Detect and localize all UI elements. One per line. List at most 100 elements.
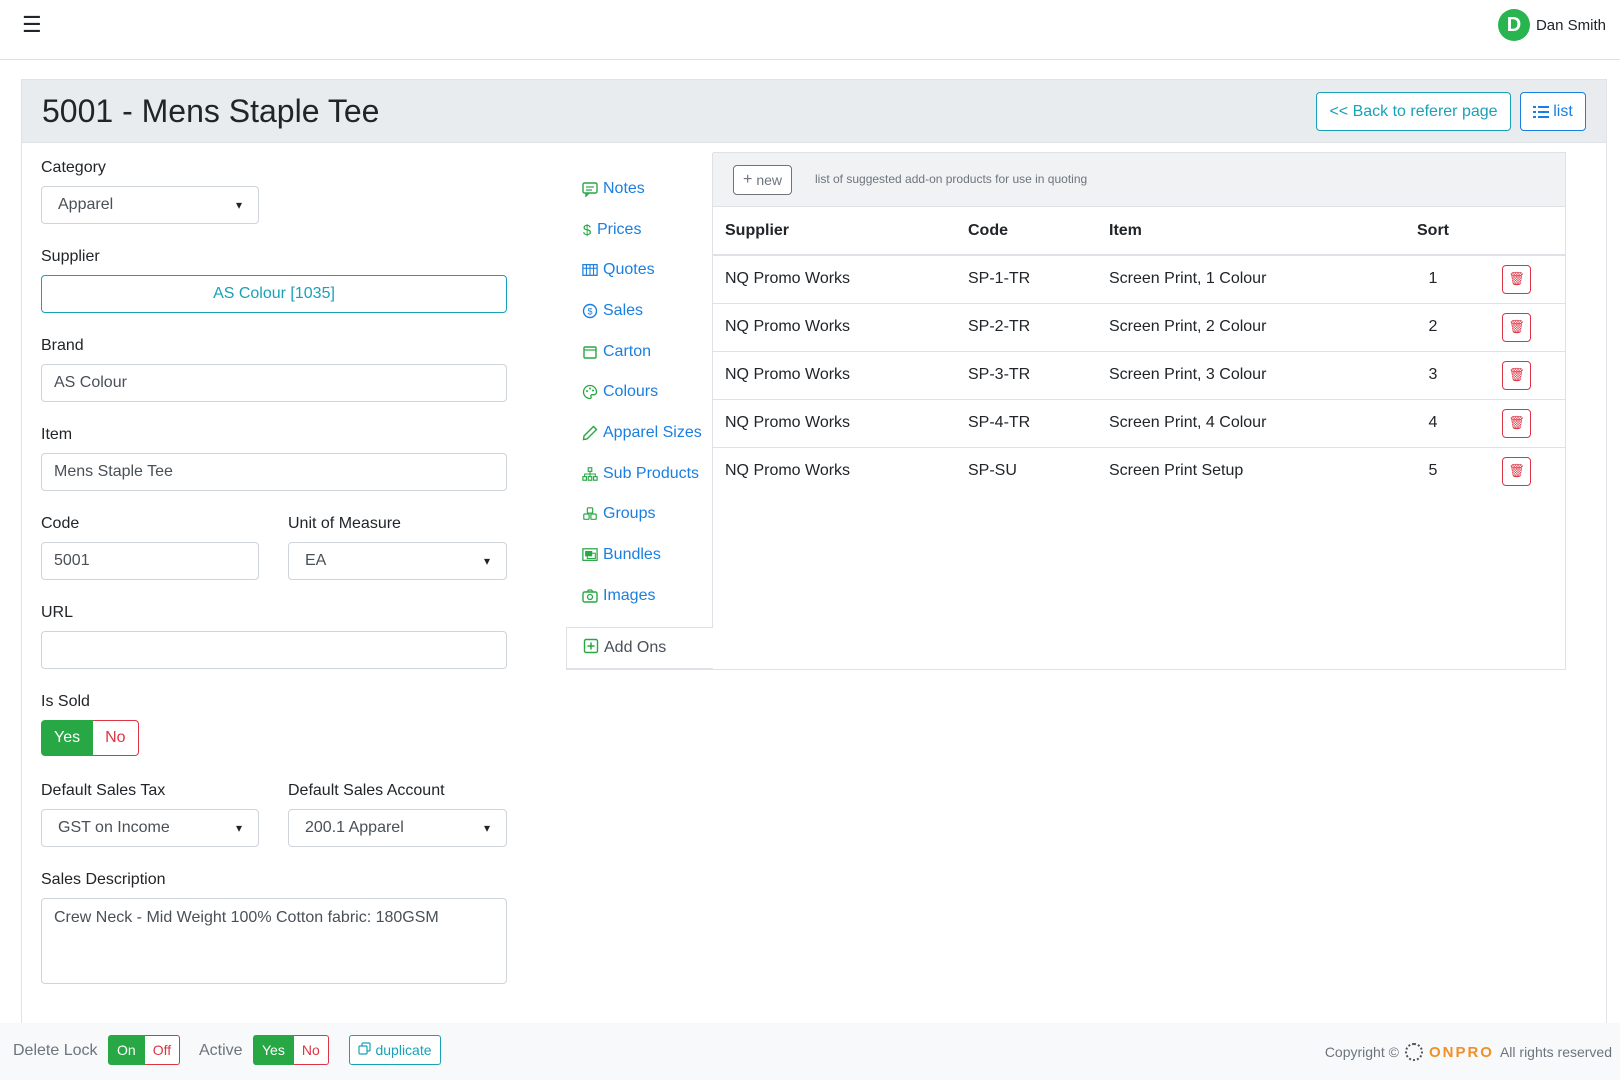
cell-item: Screen Print, 2 Colour (1097, 302, 1393, 351)
delete-button[interactable]: 🗑 (1502, 408, 1531, 438)
sidenav-label: Apparel Sizes (603, 424, 702, 441)
user-name: Dan Smith (1535, 16, 1606, 34)
new-addon-button[interactable]: + new (733, 165, 792, 195)
cell-supplier: NQ Promo Works (713, 254, 956, 303)
sidenav-item-groups[interactable]: Groups (582, 505, 655, 523)
chevron-down-icon: ▾ (483, 554, 490, 568)
cell-supplier: NQ Promo Works (713, 446, 956, 495)
box-icon (582, 344, 598, 360)
sidenav-item-notes[interactable]: Notes (582, 180, 645, 198)
plus-icon: + (742, 171, 753, 188)
sidenav-item-images[interactable]: Images (582, 587, 655, 605)
duplicate-button[interactable]: duplicate (349, 1035, 441, 1065)
cell-item: Screen Print, 4 Colour (1097, 398, 1393, 447)
column-header-sort[interactable]: Sort (1393, 207, 1473, 256)
active-toggle: Yes No (253, 1035, 329, 1065)
sidenav-label: Prices (597, 221, 642, 238)
sidenav-item-add-ons[interactable]: Add Ons (566, 628, 713, 669)
active-no-button[interactable]: No (293, 1035, 329, 1065)
column-header-code[interactable]: Code (956, 207, 1097, 256)
cell-item: Screen Print Setup (1097, 446, 1393, 495)
item-input[interactable]: Mens Staple Tee (41, 453, 507, 491)
chevron-down-icon: ▾ (235, 821, 242, 835)
list-button[interactable]: list (1520, 92, 1586, 131)
back-to-referer-button[interactable]: << Back to referer page (1316, 92, 1511, 131)
delete-lock-off-button[interactable]: Off (144, 1035, 181, 1065)
trash-icon: 🗑 (1508, 415, 1525, 430)
addons-hint: list of suggested add-on products for us… (815, 172, 1088, 186)
table-row[interactable]: NQ Promo Works SP-SU Screen Print Setup … (713, 446, 1565, 495)
default-sales-account-select[interactable]: 200.1 Apparel ▾ (288, 809, 507, 847)
sidenav-item-quotes[interactable]: Quotes (582, 261, 655, 279)
cell-supplier: NQ Promo Works (713, 350, 956, 399)
is-sold-no-button[interactable]: No (93, 720, 139, 756)
user-menu[interactable]: D Dan Smith (1497, 9, 1606, 41)
chevron-down-icon: ▾ (235, 198, 242, 212)
is-sold-label: Is Sold (41, 693, 90, 710)
sidenav-item-prices[interactable]: $ Prices (582, 221, 642, 239)
sidenav-label: Sales (603, 302, 644, 319)
delete-button[interactable]: 🗑 (1502, 360, 1531, 390)
sidenav-item-bundles[interactable]: Bundles (582, 546, 661, 564)
sidenav-item-apparel-sizes[interactable]: Apparel Sizes (582, 424, 702, 442)
table-row[interactable]: NQ Promo Works SP-1-TR Screen Print, 1 C… (713, 254, 1565, 303)
category-select[interactable]: Apparel ▾ (41, 186, 259, 224)
cell-item: Screen Print, 1 Colour (1097, 254, 1393, 303)
table-row[interactable]: NQ Promo Works SP-2-TR Screen Print, 2 C… (713, 302, 1565, 351)
sidenav-label: Add Ons (604, 639, 667, 656)
top-navbar: ☰ D Dan Smith (0, 0, 1620, 60)
delete-button[interactable]: 🗑 (1502, 456, 1531, 486)
sidenav-item-colours[interactable]: Colours (582, 383, 658, 401)
sidenav-label: Groups (603, 505, 656, 522)
avatar: D (1497, 9, 1530, 41)
coin-icon: $ (582, 303, 598, 319)
chat-icon (582, 181, 598, 197)
unit-of-measure-label: Unit of Measure (288, 515, 401, 532)
cell-item: Screen Print, 3 Colour (1097, 350, 1393, 399)
delete-button[interactable]: 🗑 (1502, 264, 1531, 294)
palette-icon (582, 384, 598, 400)
addons-toolbar: + new list of suggested add-on products … (713, 152, 1566, 207)
cell-code: SP-1-TR (956, 254, 1097, 303)
divider (566, 669, 1566, 670)
page-title: 5001 - Mens Staple Tee (42, 93, 380, 129)
table-row[interactable]: NQ Promo Works SP-4-TR Screen Print, 4 C… (713, 398, 1565, 447)
is-sold-toggle: Yes No (41, 720, 139, 756)
card-header: 5001 - Mens Staple Tee << Back to refere… (22, 80, 1606, 143)
sidenav-item-sub-products[interactable]: Sub Products (582, 465, 699, 483)
new-addon-label: new (756, 172, 783, 188)
list-button-label: list (1553, 102, 1573, 120)
sidenav-item-carton[interactable]: Carton (582, 343, 651, 361)
onpro-logo-icon (1404, 1043, 1423, 1061)
default-sales-tax-select[interactable]: GST on Income ▾ (41, 809, 259, 847)
hamburger-menu-icon[interactable]: ☰ (22, 13, 46, 37)
sidenav-label: Bundles (603, 546, 661, 563)
url-input[interactable] (41, 631, 507, 669)
cell-code: SP-2-TR (956, 302, 1097, 351)
footer-bar: Delete Lock On Off Active Yes No duplica… (0, 1023, 1620, 1080)
cell-actions: 🗑 (1473, 350, 1565, 399)
brand-input[interactable]: AS Colour (41, 364, 507, 402)
cell-sort: 3 (1393, 350, 1473, 399)
code-input[interactable]: 5001 (41, 542, 259, 580)
delete-button[interactable]: 🗑 (1502, 312, 1531, 342)
supplier-button[interactable]: AS Colour [1035] (41, 275, 507, 313)
column-header-item[interactable]: Item (1097, 207, 1393, 256)
table-row[interactable]: NQ Promo Works SP-3-TR Screen Print, 3 C… (713, 350, 1565, 399)
item-label: Item (41, 426, 73, 443)
default-sales-tax-value: GST on Income (58, 819, 170, 836)
delete-lock-label: Delete Lock (13, 1042, 98, 1059)
is-sold-yes-button[interactable]: Yes (41, 720, 94, 756)
copyright-suffix: All rights reserved (1499, 1044, 1612, 1060)
unit-of-measure-select[interactable]: EA ▾ (288, 542, 507, 580)
cell-sort: 2 (1393, 302, 1473, 351)
default-sales-tax-label: Default Sales Tax (41, 782, 166, 799)
sales-description-textarea[interactable]: Crew Neck - Mid Weight 100% Cotton fabri… (41, 898, 507, 984)
sidenav-label: Notes (603, 180, 645, 197)
column-header-supplier[interactable]: Supplier (713, 207, 956, 256)
cell-sort: 1 (1393, 254, 1473, 303)
sidenav-label: Carton (603, 343, 652, 360)
delete-lock-on-button[interactable]: On (108, 1035, 145, 1065)
active-yes-button[interactable]: Yes (253, 1035, 294, 1065)
sidenav-item-sales[interactable]: $ Sales (582, 302, 643, 320)
